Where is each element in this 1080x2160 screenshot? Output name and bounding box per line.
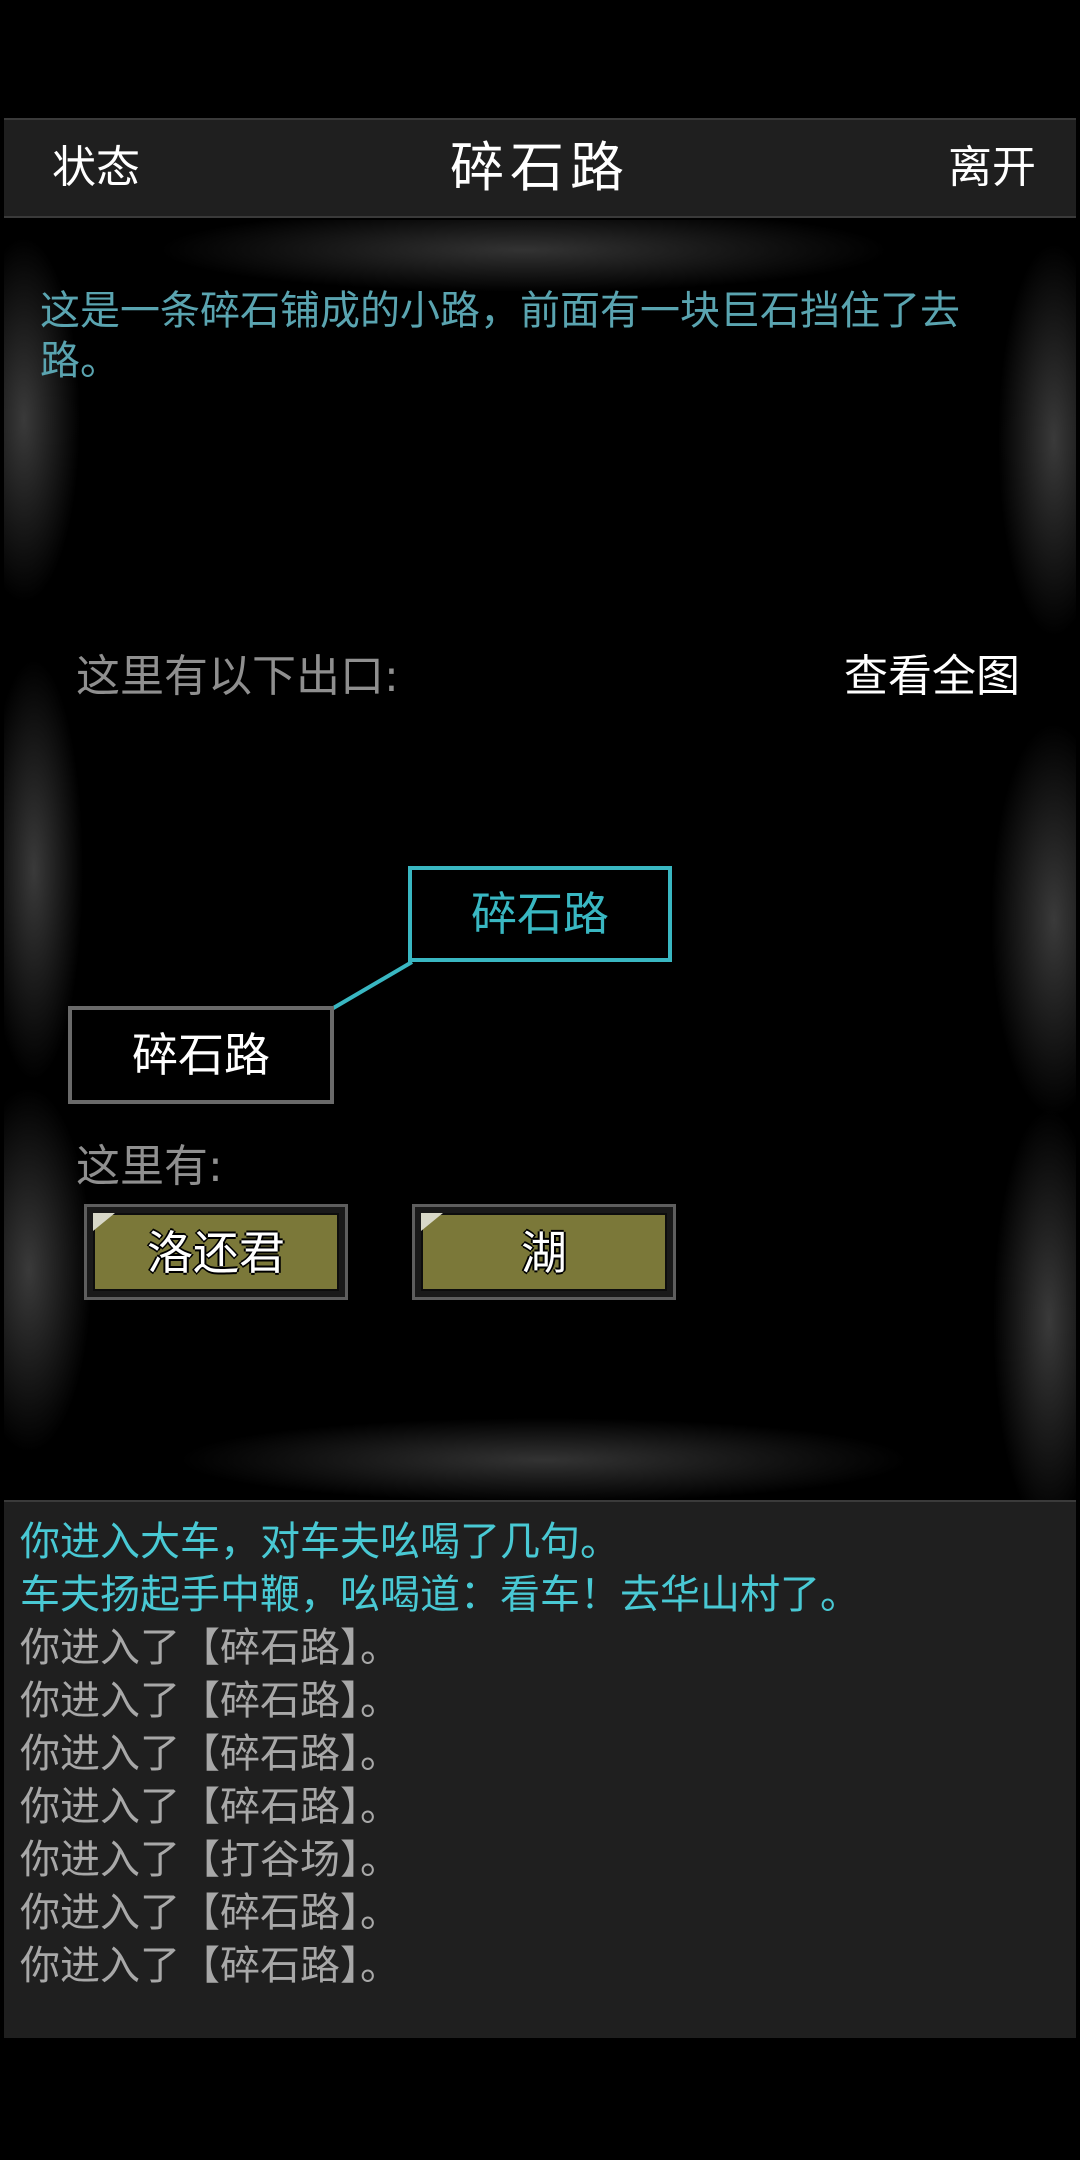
object-button[interactable]: 湖	[412, 1204, 676, 1300]
location-title: 碎石路	[450, 136, 630, 199]
here-label: 这里有:	[76, 1141, 223, 1192]
object-button-label: 湖	[421, 1213, 667, 1291]
message-log: 你进入大车，对车夫吆喝了几句。 车夫扬起手中鞭，吆喝道：看车！去华山村了。 你进…	[4, 1500, 1076, 2038]
npc-button-label: 洛还君	[93, 1213, 339, 1291]
map-room-exit[interactable]: 碎石路	[68, 1006, 334, 1104]
map-room-current: 碎石路	[408, 866, 672, 962]
top-bar: 状态 碎石路 离开	[4, 118, 1076, 218]
npc-button[interactable]: 洛还君	[84, 1204, 348, 1300]
location-description: 这是一条碎石铺成的小路，前面有一块巨石挡住了去路。	[40, 288, 960, 384]
log-line: 你进入了【碎石路】。	[20, 1678, 400, 1724]
log-line: 你进入了【打谷场】。	[20, 1837, 400, 1883]
map-connector	[328, 960, 414, 1012]
log-line: 你进入了【碎石路】。	[20, 1890, 400, 1936]
log-line: 你进入了【碎石路】。	[20, 1625, 400, 1671]
view-full-map-button[interactable]: 查看全图	[844, 640, 1020, 704]
leave-button[interactable]: 离开	[948, 120, 1036, 216]
exits-label: 这里有以下出口:	[76, 651, 399, 702]
exit-connector-line	[328, 960, 414, 1012]
log-line: 你进入了【碎石路】。	[20, 1784, 400, 1830]
log-line: 你进入了【碎石路】。	[20, 1943, 400, 1989]
scene-panel: 这是一条碎石铺成的小路，前面有一块巨石挡住了去路。 这里有以下出口: 查看全图 …	[4, 220, 1076, 1500]
log-line: 车夫扬起手中鞭，吆喝道：看车！去华山村了。	[20, 1572, 860, 1618]
log-line: 你进入大车，对车夫吆喝了几句。	[20, 1519, 620, 1565]
log-line: 你进入了【碎石路】。	[20, 1731, 400, 1777]
